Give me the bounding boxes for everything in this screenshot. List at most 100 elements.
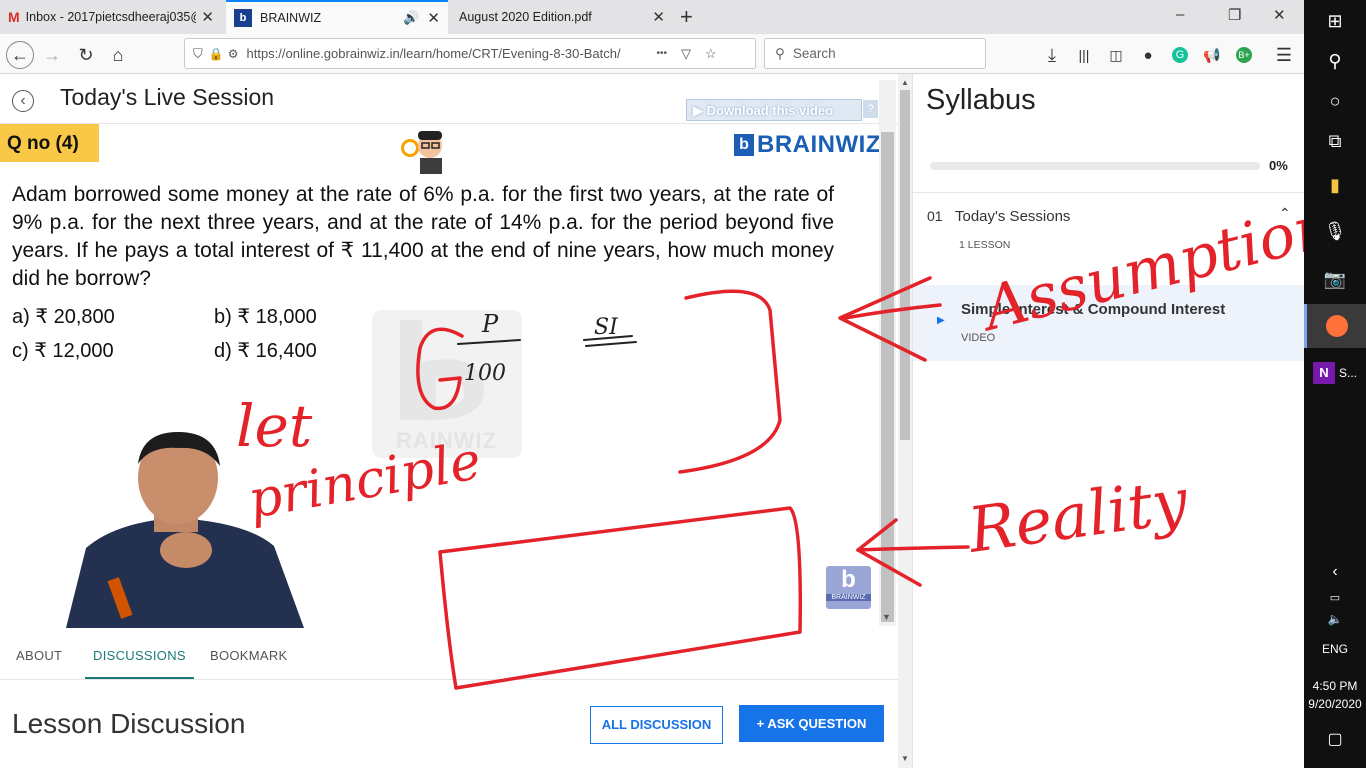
account-icon[interactable]: ●: [1134, 41, 1162, 69]
page-actions-icon[interactable]: •••: [656, 48, 667, 59]
all-discussion-button[interactable]: ALL DISCUSSION: [590, 706, 723, 744]
search-box[interactable]: ⚲ Search: [764, 38, 986, 69]
download-icon[interactable]: ⤓: [1038, 41, 1066, 69]
library-icon[interactable]: |||: [1070, 41, 1098, 69]
chevron-left-icon[interactable]: ‹: [1304, 562, 1366, 582]
tab-bookmark[interactable]: BOOKMARK: [210, 648, 288, 663]
back-button[interactable]: ‹: [12, 90, 34, 112]
tab-label: Inbox - 2017pietcsdheeraj035@: [25, 10, 196, 24]
scroll-down-icon[interactable]: ▼: [882, 612, 891, 622]
back-arrow-icon[interactable]: ←: [6, 41, 34, 69]
section-today-sessions[interactable]: 01 Today's Sessions 1 LESSON ⌃: [913, 193, 1305, 285]
windows-taskbar: ⊞ ⚲ ○ ⧉ ▮ 🎙 📷 N S... ‹ ▭ 🔈 ENG 4:50 PM 9…: [1304, 0, 1366, 768]
close-icon[interactable]: ✕: [201, 8, 214, 26]
section-title: Today's Sessions: [955, 208, 1071, 225]
brainwiz-icon: b: [234, 9, 252, 27]
instructor-video: [46, 426, 304, 628]
browser-tab-bar: M Inbox - 2017pietcsdheeraj035@ ✕ b BRAI…: [0, 0, 1304, 34]
permissions-icon: ⚙: [227, 46, 239, 61]
download-video-button[interactable]: ▶ Download this video: [686, 99, 862, 121]
lock-icon: 🔒: [208, 46, 224, 61]
restore-button[interactable]: ❐: [1228, 6, 1241, 24]
firefox-icon[interactable]: [1304, 304, 1366, 348]
syllabus-sidebar: Syllabus 0% 01 Today's Sessions 1 LESSON…: [912, 74, 1305, 768]
brainwiz-logo: b BRAINWIZ: [734, 130, 882, 160]
brainwiz-logo-mark-icon: b: [734, 134, 754, 156]
syllabus-title: Syllabus: [926, 84, 1036, 116]
option-b: b) ₹ 18,000: [214, 306, 317, 328]
watermark-text: RAINWIZ: [396, 428, 498, 453]
player-scrollbar-thumb[interactable]: [881, 132, 894, 622]
video-brainwiz-logo: b BRAINWIZ: [826, 566, 871, 609]
camera-icon[interactable]: 📷: [1304, 266, 1366, 292]
section-meta: 1 LESSON: [959, 239, 1011, 251]
lesson-type: VIDEO: [961, 332, 996, 344]
question-text: Adam borrowed some money at the rate of …: [12, 183, 834, 290]
tab-about[interactable]: ABOUT: [16, 648, 62, 663]
pocket-icon[interactable]: ▽: [681, 46, 691, 62]
windows-start-icon[interactable]: ⊞: [1304, 8, 1366, 34]
tab-discussions[interactable]: DISCUSSIONS: [85, 648, 194, 679]
minimize-button[interactable]: –: [1176, 6, 1184, 23]
page-title: Today's Live Session: [60, 84, 275, 110]
player-scrollbar[interactable]: ▼: [879, 80, 896, 626]
content-tabs: ABOUT DISCUSSIONS BOOKMARK: [0, 640, 898, 680]
scroll-down-icon[interactable]: ▼: [901, 754, 909, 763]
watermark-logo: RAINWIZ: [372, 310, 522, 458]
grammarly-icon[interactable]: G: [1166, 41, 1194, 69]
divider: [0, 123, 898, 124]
brand-name: BRAINWIZ: [757, 131, 881, 158]
task-view-icon[interactable]: ⧉: [1304, 128, 1366, 154]
close-icon[interactable]: ✕: [652, 8, 665, 26]
language-indicator[interactable]: ENG: [1304, 640, 1366, 658]
window-close-button[interactable]: ✕: [1273, 6, 1286, 24]
browser-nav-bar: ← → ↻ ⌂ ⛉ 🔒 ⚙ https://online.gobrainwiz.…: [0, 34, 1304, 74]
option-d: d) ₹ 16,400: [214, 340, 317, 362]
url-text[interactable]: https://online.gobrainwiz.in/learn/home/…: [246, 46, 646, 61]
bookmark-star-icon[interactable]: ☆: [705, 46, 717, 62]
menu-icon[interactable]: ☰: [1270, 41, 1298, 69]
tab-inbox[interactable]: M Inbox - 2017pietcsdheeraj035@ ✕: [0, 0, 222, 34]
megaphone-icon[interactable]: 📢: [1198, 41, 1226, 69]
page-scrollbar-thumb[interactable]: [900, 90, 910, 440]
cortana-icon[interactable]: ○: [1304, 88, 1366, 114]
help-icon[interactable]: ?: [863, 100, 878, 118]
lesson-discussion-title: Lesson Discussion: [12, 708, 246, 739]
small-logo-mark-icon: b: [841, 566, 856, 593]
recorder-icon[interactable]: 🎙: [1304, 218, 1366, 244]
onenote-label: S...: [1338, 366, 1357, 380]
forward-arrow-icon[interactable]: →: [38, 41, 66, 69]
syllabus-progress-label: 0%: [1269, 158, 1288, 173]
search-placeholder: Search: [792, 46, 836, 61]
onenote-icon[interactable]: N S...: [1304, 356, 1366, 390]
small-logo-text: BRAINWIZ: [826, 594, 871, 601]
tab-pdf[interactable]: August 2020 Edition.pdf ✕: [451, 0, 673, 34]
sidebar-icon[interactable]: ◫: [1102, 41, 1130, 69]
tab-brainwiz[interactable]: b BRAINWIZ 🔊 ✕: [226, 0, 448, 34]
battery-icon[interactable]: ▭: [1304, 588, 1366, 606]
speaker-icon[interactable]: 🔊: [403, 10, 419, 26]
home-icon[interactable]: ⌂: [104, 41, 132, 69]
search-icon[interactable]: ⚲: [1304, 48, 1366, 74]
scroll-up-icon[interactable]: ▲: [901, 78, 909, 87]
extension-icon[interactable]: B+: [1230, 41, 1258, 69]
volume-icon[interactable]: 🔈: [1304, 610, 1366, 628]
close-icon[interactable]: ✕: [427, 9, 440, 27]
chevron-up-icon[interactable]: ⌃: [1279, 205, 1291, 222]
new-tab-button[interactable]: +: [680, 4, 693, 30]
url-bar[interactable]: ⛉ 🔒 ⚙ https://online.gobrainwiz.in/learn…: [184, 38, 756, 69]
ask-question-button[interactable]: + ASK QUESTION: [739, 705, 884, 742]
main-content: ‹ Today's Live Session ▶ Download this v…: [0, 74, 898, 768]
reload-icon[interactable]: ↻: [72, 41, 100, 69]
question-number-badge: Q no (4): [0, 124, 99, 162]
page-scrollbar[interactable]: ▲ ▼: [898, 74, 912, 768]
mascot-icon: [396, 126, 452, 174]
notifications-icon[interactable]: ▢: [1304, 728, 1366, 750]
clock-date[interactable]: 9/20/2020: [1304, 696, 1366, 712]
option-c: c) ₹ 12,000: [12, 340, 114, 362]
file-explorer-icon[interactable]: ▮: [1304, 172, 1366, 198]
search-icon: ⚲: [775, 45, 785, 61]
lesson-title: Simple Interest & Compound Interest: [961, 301, 1226, 318]
clock-time[interactable]: 4:50 PM: [1304, 678, 1366, 694]
lesson-item[interactable]: ▶ Simple Interest & Compound Interest VI…: [913, 285, 1305, 361]
